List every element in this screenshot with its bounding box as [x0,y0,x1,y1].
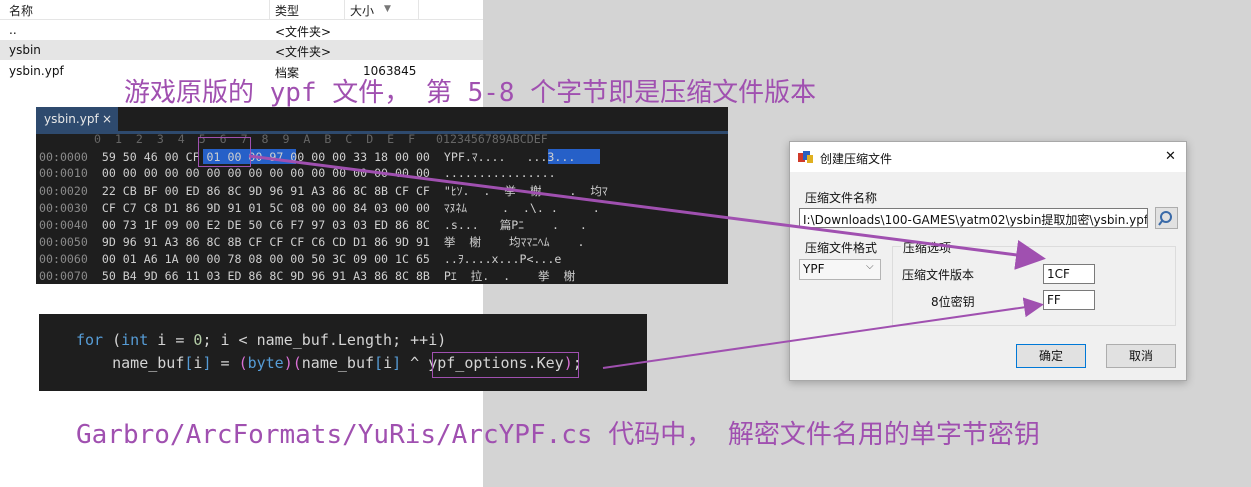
caption-top: 游戏原版的 ypf 文件， 第 5-8 个字节即是压缩文件版本 [124,78,817,108]
annotation-box-version-bytes [198,137,251,167]
code-token: ( [292,354,302,372]
archive-path-field[interactable]: I:\Downloads\100-GAMES\yatm02\ysbin提取加密\… [799,208,1148,228]
browse-folder-icon [1158,211,1172,226]
close-icon[interactable]: ✕ [1165,149,1176,164]
app-icon [798,151,813,163]
version-field[interactable]: 1CF [1043,264,1095,284]
code-token: byte [247,354,284,372]
tab-ysbin-ypf[interactable]: ysbin.ypf × [36,107,118,131]
code-token: ; i < name_buf.Length; ++i) [202,331,447,349]
chevron-down-icon: ⌵ [866,261,874,272]
cancel-button[interactable]: 取消 [1106,344,1176,368]
code-token: = [211,354,239,372]
options-group-label: 压缩选项 [901,239,954,256]
code-token: ( [103,331,122,349]
hex-row: 00:0020 22 CB BF 00 ED 86 8C 9D 96 91 A3… [39,184,608,198]
code-token: for [76,331,104,349]
annotation-box-key [432,352,579,378]
format-select[interactable]: YPF ⌵ [799,259,881,280]
code-token: ( [238,354,248,372]
code-token: name_buf [76,354,185,372]
code-token: ^ [401,354,429,372]
format-label: 压缩文件格式 [805,241,878,255]
code-token: i = [148,331,194,349]
ok-button[interactable]: 确定 [1016,344,1086,368]
file-row-parent[interactable]: .. <文件夹> [0,20,483,40]
column-header-size[interactable]: 大小 [350,2,374,19]
browse-button[interactable] [1155,207,1178,229]
create-archive-dialog: 创建压缩文件 ✕ 压缩文件名称 I:\Downloads\100-GAMES\y… [789,141,1187,381]
file-row-ysbin[interactable]: ysbin <文件夹> [0,40,483,60]
file-type: <文件夹> [275,45,332,59]
archive-name-label: 压缩文件名称 [805,191,878,205]
tab-label: ysbin.ypf [44,112,99,126]
code-snippet: for (int i = 0; i < name_buf.Length; ++i… [39,314,647,391]
code-token: name_buf [301,354,375,372]
column-header-type[interactable]: 类型 [275,2,299,19]
hex-row: 00:0030 CF C7 C8 D1 86 9D 91 01 5C 08 00… [39,201,600,215]
hex-editor: ysbin.ypf × 0 1 2 3 4 5 6 7 8 9 A B C D … [36,107,728,284]
close-icon[interactable]: × [102,112,112,126]
code-token: int [121,331,149,349]
hex-row: 00:0010 00 00 00 00 00 00 00 00 00 00 00… [39,166,556,180]
code-token: i [383,354,393,372]
file-type: <文件夹> [275,25,332,39]
key-field[interactable]: FF [1043,290,1095,310]
hex-column-header: 0 1 2 3 4 5 6 7 8 9 A B C D E F 01234567… [94,132,548,146]
file-name: ysbin.ypf [9,64,64,78]
key-label: 8位密钥 [931,295,975,309]
file-name: ysbin [9,43,41,57]
hex-row: 00:0060 00 01 A6 1A 00 00 78 08 00 00 50… [39,252,562,266]
caption-bottom: Garbro/ArcFormats/YuRis/ArcYPF.cs 代码中， 解… [76,420,1040,450]
hex-row: 00:0070 50 B4 9D 66 11 03 ED 86 8C 9D 96… [39,269,576,283]
file-list-header: 名称 类型 大小 ▼ [0,0,483,20]
hex-row: 00:0050 9D 96 91 A3 86 8C 8B CF CF CF C6… [39,235,585,249]
options-group [892,246,1176,326]
file-name: .. [9,23,17,37]
hex-row: 00:0040 00 73 1F 09 00 E2 DE 50 C6 F7 97… [39,218,587,232]
code-token: [ [374,354,384,372]
code-token: ) [283,354,293,372]
sort-arrow-icon: ▼ [384,4,391,14]
code-line-1: for (int i = 0; i < name_buf.Length; ++i… [76,331,446,349]
dialog-titlebar: 创建压缩文件 ✕ [790,142,1186,172]
code-token: ] [392,354,402,372]
column-header-name[interactable]: 名称 [9,2,33,19]
version-label: 压缩文件版本 [902,268,975,282]
hex-row: 00:0000 59 50 46 00 CF 01 00 00 97 00 00… [39,150,576,164]
dialog-title: 创建压缩文件 [820,152,893,166]
